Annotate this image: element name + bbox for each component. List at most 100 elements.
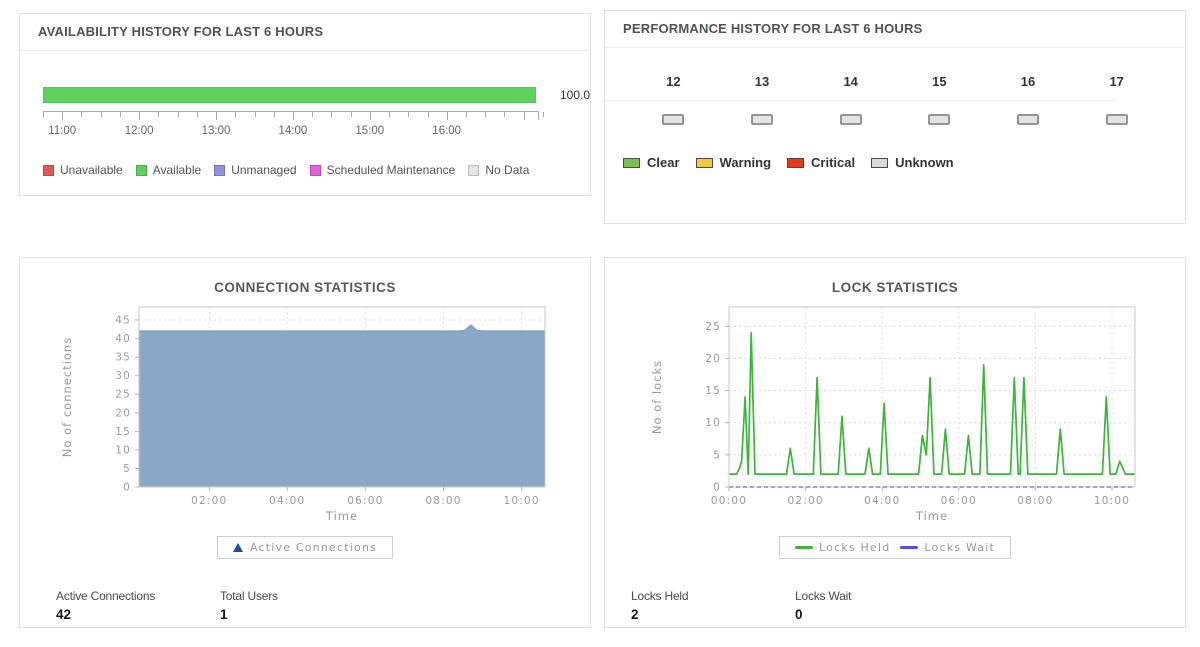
stat-value: 42 — [56, 607, 72, 622]
connections-plot[interactable]: 0 5 10 15 20 25 30 35 40 45 02:00 04:00 06:00 08:00 10… — [55, 297, 555, 527]
lock-stats-row: Locks Held 2 Locks Wait 0 — [631, 589, 1185, 622]
svg-text:5: 5 — [123, 463, 131, 475]
ruler-tick — [369, 112, 371, 120]
stat-locks-wait: Locks Wait 0 — [795, 589, 959, 622]
ruler-tick — [312, 112, 314, 117]
status-cell — [1072, 114, 1161, 125]
ruler-tick — [139, 112, 141, 120]
legend-label: Locks Wait — [924, 541, 995, 554]
svg-text:20: 20 — [115, 407, 131, 419]
stat-value: 0 — [795, 607, 803, 622]
svg-text:30: 30 — [115, 370, 131, 382]
legend-item: Unmanaged — [214, 163, 297, 177]
ruler-tick — [504, 112, 506, 117]
status-cell — [984, 114, 1073, 125]
ruler-tick — [389, 112, 390, 117]
ruler-tick — [119, 112, 121, 117]
status-box-13[interactable] — [751, 114, 773, 125]
svg-text:Time: Time — [325, 509, 358, 523]
legend-entry[interactable]: Locks Held — [795, 541, 890, 554]
line-marker-icon — [795, 546, 813, 549]
ruler-tick — [485, 112, 487, 117]
connection-statistics-chart[interactable]: 0 5 10 15 20 25 30 35 40 45 02:00 04:00 06:00 08:00 10… — [20, 297, 590, 532]
chart-legend-box[interactable]: Locks Held Locks Wait — [779, 536, 1011, 559]
stat-value: 2 — [631, 607, 639, 622]
lock-chart-legend: Locks Held Locks Wait — [605, 536, 1185, 559]
legend-label: Active Connections — [249, 541, 378, 554]
status-cell — [806, 114, 895, 125]
stat-value: 1 — [220, 607, 228, 622]
performance-history-panel: PERFORMANCE HISTORY FOR LAST 6 HOURS 12 1… — [604, 10, 1186, 224]
ruler-tick — [235, 112, 237, 117]
ruler-tick — [465, 112, 467, 117]
stat-active-connections: Active Connections 42 — [56, 589, 220, 622]
performance-divider — [605, 100, 1116, 101]
legend-item: Available — [135, 163, 201, 177]
status-box-15[interactable] — [928, 114, 951, 125]
performance-status-row — [629, 114, 1161, 125]
status-cell — [718, 114, 807, 125]
ruler-tick — [81, 112, 83, 117]
legend-item: Unknown — [871, 155, 954, 170]
legend-swatch — [695, 157, 713, 168]
legend-swatch — [468, 164, 480, 176]
ruler-tick — [446, 112, 448, 120]
time-label: 13:00 — [201, 125, 231, 137]
legend-entry[interactable]: Locks Wait — [900, 541, 995, 554]
svg-text:10: 10 — [705, 417, 721, 429]
legend-label: Unmanaged — [231, 163, 297, 177]
performance-legend: Clear Warning Critical Unknown — [623, 155, 1185, 170]
legend-label: Unknown — [895, 155, 954, 170]
lock-statistics-chart[interactable]: 0 5 10 15 20 25 00:00 02:00 04:00 06:00 08:00 10:00… — [605, 297, 1185, 532]
hour-label: 15 — [932, 74, 947, 89]
legend-label: Warning — [719, 155, 772, 170]
svg-text:0: 0 — [713, 482, 721, 494]
svg-text:Time: Time — [915, 509, 948, 523]
svg-text:25: 25 — [115, 389, 131, 401]
legend-label: No Data — [485, 163, 530, 177]
legend-item: Scheduled Maintenance — [309, 163, 456, 177]
connection-chart-legend: Active Connections — [20, 536, 590, 559]
status-box-16[interactable] — [1017, 114, 1040, 125]
stat-label: Locks Wait — [795, 589, 852, 603]
legend-item: Clear — [623, 155, 680, 170]
svg-text:06:00: 06:00 — [347, 495, 383, 507]
ruler-tick — [196, 112, 198, 117]
ruler-tick — [427, 112, 429, 117]
svg-text:25: 25 — [705, 321, 721, 333]
status-box-14[interactable] — [839, 114, 862, 125]
status-box-17[interactable] — [1105, 114, 1128, 125]
availability-time-ruler — [43, 111, 544, 122]
svg-text:No of locks: No of locks — [650, 360, 664, 434]
line-marker-icon — [900, 546, 919, 549]
availability-bar[interactable] — [43, 87, 536, 103]
ruler-tick — [254, 112, 256, 117]
ruler-tick — [43, 112, 44, 117]
lock-statistics-title: LOCK STATISTICS — [831, 280, 959, 295]
chart-legend-box[interactable]: Active Connections — [216, 536, 394, 559]
svg-text:02:00: 02:00 — [191, 495, 227, 507]
performance-hours-row: 12 13 14 15 16 17 — [629, 74, 1161, 89]
ruler-tick — [177, 112, 179, 117]
availability-value: 100.0 — [559, 88, 590, 102]
svg-text:08:00: 08:00 — [1017, 495, 1053, 507]
ruler-tick — [62, 112, 64, 120]
ruler-tick — [292, 112, 294, 120]
connection-stats-row: Active Connections 42 Total Users 1 — [56, 589, 590, 622]
legend-item: Warning — [695, 155, 772, 170]
ruler-tick — [216, 112, 217, 120]
legend-item: No Data — [468, 163, 529, 177]
availability-bar-row: 100.0 — [43, 87, 590, 103]
performance-history-title: PERFORMANCE HISTORY FOR LAST 6 HOURS — [605, 11, 1185, 48]
ruler-tick — [542, 112, 544, 117]
locks-plot[interactable]: 0 5 10 15 20 25 00:00 02:00 04:00 06:00 08:00 10:00… — [645, 297, 1145, 527]
triangle-marker-icon — [232, 543, 243, 552]
status-box-12[interactable] — [662, 114, 685, 125]
legend-entry[interactable]: Active Connections — [232, 541, 378, 554]
stat-locks-held: Locks Held 2 — [631, 589, 795, 622]
ruler-tick — [273, 112, 275, 117]
legend-swatch — [787, 157, 805, 168]
legend-label: Scheduled Maintenance — [326, 163, 456, 177]
svg-text:04:00: 04:00 — [269, 495, 305, 507]
svg-text:20: 20 — [705, 353, 721, 365]
